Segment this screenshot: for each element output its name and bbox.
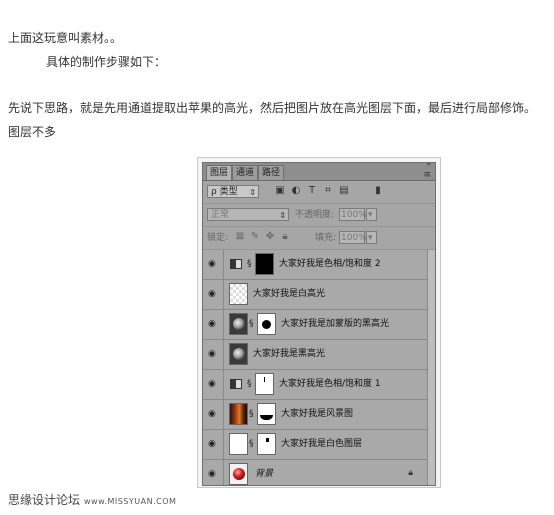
eye-icon[interactable]: ◉ (208, 440, 218, 449)
layer-thumbnail[interactable] (229, 313, 248, 335)
layer-row[interactable]: ◉ § 大家好我是色相/饱和度 1 (203, 370, 427, 400)
tab-layers[interactable]: 图层 (206, 165, 232, 180)
layers-panel: 图层 通道 路径 » ≡ ρ 类型 ⇕ ▣ ◐ T ⌗ ▤ ▮ 正常 ⇕ 不透明… (202, 162, 436, 486)
layer-mask-thumbnail[interactable] (255, 253, 274, 275)
panel-tabs: 图层 通道 路径 » ≡ (203, 163, 435, 181)
link-icon[interactable]: § (247, 379, 253, 389)
adjustment-filter-icon[interactable]: ◐ (291, 185, 301, 197)
layer-thumbnail[interactable] (229, 283, 248, 305)
eye-icon[interactable]: ◉ (208, 470, 218, 479)
layer-row[interactable]: ◉ § 大家好我是白色图层 (203, 430, 427, 460)
layer-name: 大家好我是加蒙版的黑高光 (281, 319, 390, 329)
link-icon[interactable]: § (249, 439, 255, 449)
lock-all-icon[interactable]: 🔒︎ (280, 231, 290, 243)
eye-icon[interactable]: ◉ (208, 260, 218, 269)
layer-thumbnail[interactable] (229, 403, 248, 425)
eye-icon[interactable]: ◉ (208, 290, 218, 299)
fill-field[interactable]: 100% (339, 231, 367, 244)
layer-thumbnail[interactable] (229, 433, 248, 455)
link-icon[interactable]: § (249, 319, 255, 329)
lock-transparency-icon[interactable]: ⊠ (235, 231, 245, 243)
link-icon[interactable]: § (249, 409, 255, 419)
watermark-brand: 思缘设计论坛 (8, 493, 81, 507)
layers-panel-screenshot: 图层 通道 路径 » ≡ ρ 类型 ⇕ ▣ ◐ T ⌗ ▤ ▮ 正常 ⇕ 不透明… (197, 157, 441, 488)
layer-row[interactable]: ◉ § 大家好我是风景图 (203, 400, 427, 430)
layer-row[interactable]: ◉ 大家好我是黑高光 (203, 340, 427, 370)
eye-icon[interactable]: ◉ (208, 380, 218, 389)
layer-mask-thumbnail[interactable] (255, 373, 274, 395)
eye-icon[interactable]: ◉ (208, 410, 218, 419)
layer-name: 大家好我是黑高光 (253, 349, 326, 359)
opacity-value: 100% (341, 210, 367, 220)
layer-name: 大家好我是白高光 (253, 289, 326, 299)
lock-label: 锁定: (207, 233, 229, 243)
filter-row: ρ 类型 ⇕ ▣ ◐ T ⌗ ▤ ▮ (203, 181, 435, 204)
filter-type-dropdown[interactable]: ρ 类型 ⇕ (207, 185, 259, 198)
smart-object-filter-icon[interactable]: ▤ (339, 185, 349, 197)
chevron-down-icon: ⇕ (279, 211, 286, 220)
filter-toggle-icon[interactable]: ▮ (373, 185, 383, 197)
layer-row[interactable]: ◉ 背景 🔒︎ (203, 460, 427, 485)
layer-name: 大家好我是色相/饱和度 2 (279, 259, 381, 269)
blend-row: 正常 ⇕ 不透明度: 100% ▾ (203, 204, 435, 227)
fill-value: 100% (341, 233, 367, 243)
scrollbar[interactable] (427, 250, 435, 485)
tab-paths[interactable]: 路径 (258, 165, 284, 180)
lock-image-icon[interactable]: ✎ (250, 231, 260, 243)
hue-saturation-adjustment-icon (230, 379, 242, 389)
layer-row[interactable]: ◉ § 大家好我是加蒙版的黑高光 (203, 310, 427, 340)
idea-paragraph: 先说下思路，就是先用通道提取出苹果的高光，然后把图片放在高光图层下面，最后进行局… (8, 101, 537, 115)
opacity-stepper[interactable]: ▾ (366, 208, 377, 221)
layer-mask-thumbnail[interactable] (257, 433, 276, 455)
chevron-down-icon: ▾ (368, 233, 373, 243)
layer-name: 背景 (255, 469, 274, 479)
lock-icon: 🔒︎ (408, 468, 413, 478)
layer-mask-thumbnail[interactable] (257, 403, 276, 425)
steps-line: 具体的制作步骤如下： (46, 55, 167, 69)
opacity-field[interactable]: 100% (339, 208, 367, 221)
layer-row[interactable]: ◉ § 大家好我是色相/饱和度 2 (203, 250, 427, 280)
layer-name: 大家好我是白色图层 (281, 439, 363, 449)
chevron-down-icon: ▾ (368, 210, 373, 220)
layer-name: 大家好我是色相/饱和度 1 (279, 379, 381, 389)
layer-mask-thumbnail[interactable] (257, 313, 276, 335)
panel-menu-icon[interactable]: ≡ (423, 170, 431, 180)
lock-row: 锁定: ⊠ ✎ ✥ 🔒︎ 填充: 100% ▾ (203, 227, 435, 250)
hue-saturation-adjustment-icon (230, 259, 242, 269)
opacity-label: 不透明度: (295, 210, 335, 220)
link-icon[interactable]: § (247, 259, 253, 269)
fill-label: 填充: (315, 233, 337, 243)
filter-type-label: ρ 类型 (211, 187, 238, 197)
layer-thumbnail[interactable] (229, 343, 248, 365)
watermark-site: www.MISSYUAN.COM (84, 497, 177, 506)
layer-name: 大家好我是风景图 (281, 409, 354, 419)
chevron-down-icon: ⇕ (249, 188, 256, 197)
site-watermark: 思缘设计论坛 www.MISSYUAN.COM (8, 491, 176, 508)
eye-icon[interactable]: ◉ (208, 320, 218, 329)
blend-mode-dropdown[interactable]: 正常 ⇕ (207, 208, 289, 221)
fill-stepper[interactable]: ▾ (366, 231, 377, 244)
collapse-icon[interactable]: » (426, 163, 431, 168)
pixel-filter-icon[interactable]: ▣ (275, 185, 285, 197)
shape-filter-icon[interactable]: ⌗ (323, 185, 333, 197)
tab-channels[interactable]: 通道 (232, 165, 258, 180)
layer-row[interactable]: ◉ 大家好我是白高光 (203, 280, 427, 310)
lock-position-icon[interactable]: ✥ (265, 231, 275, 243)
type-filter-icon[interactable]: T (307, 185, 317, 197)
layers-note: 图层不多 (8, 125, 57, 139)
layer-thumbnail[interactable] (229, 463, 248, 485)
intro-line: 上面这玩意叫素材。。 (8, 31, 123, 45)
blend-mode-value: 正常 (211, 210, 230, 220)
eye-icon[interactable]: ◉ (208, 350, 218, 359)
